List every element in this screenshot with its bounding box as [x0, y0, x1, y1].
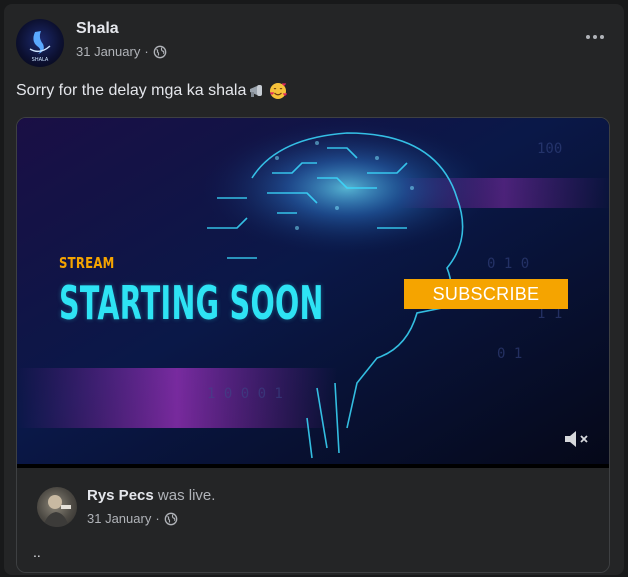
attachment-date[interactable]: 31 January: [87, 511, 151, 526]
video-player[interactable]: 100 0 1 0 1 1 1 0 0 0 1 0 1 STREAM START…: [17, 118, 609, 468]
smiling-face-with-hearts-emoji: [270, 83, 288, 99]
post-caption: Sorry for the delay mga ka shala: [16, 81, 288, 101]
page-avatar[interactable]: SHALA: [16, 19, 64, 67]
megaphone-emoji: [250, 85, 263, 97]
page-name[interactable]: Shala: [76, 20, 119, 38]
speaker-muted-icon[interactable]: [563, 428, 591, 450]
caption-text: Sorry for the delay mga ka shala: [16, 82, 247, 99]
svg-text:0 1: 0 1: [497, 346, 522, 362]
user-name[interactable]: Rys Pecs: [87, 487, 154, 504]
globe-icon: [164, 512, 178, 525]
live-attachment: Rys Pecs was live. 31 January · ..: [17, 468, 609, 572]
more-options-button[interactable]: [582, 28, 608, 46]
meta-separator: ·: [155, 511, 160, 526]
more-options-icon: [586, 35, 590, 39]
user-avatar[interactable]: [37, 487, 77, 527]
feed-post: SHALA Shala 31 January · Sorry for the d…: [4, 4, 624, 575]
stream-label: STREAM: [59, 254, 115, 272]
meta-separator: ·: [144, 44, 149, 59]
post-date[interactable]: 31 January: [76, 44, 140, 59]
svg-text:SHALA: SHALA: [32, 57, 49, 63]
svg-text:1 0 0 0 1: 1 0 0 0 1: [207, 386, 283, 402]
attachment-meta: 31 January ·: [87, 511, 178, 526]
starting-soon-headline: STARTING SOON: [59, 276, 324, 330]
shala-logo: SHALA: [29, 31, 51, 63]
attachment-body: ..: [33, 544, 41, 560]
live-status-line: Rys Pecs was live.: [87, 487, 215, 504]
svg-text:100: 100: [537, 141, 562, 157]
live-status: was live.: [157, 487, 216, 504]
user-photo: [43, 495, 71, 527]
post-meta: 31 January ·: [76, 44, 167, 59]
shared-live-post[interactable]: 100 0 1 0 1 1 1 0 0 0 1 0 1 STREAM START…: [16, 117, 610, 573]
globe-icon: [153, 45, 167, 58]
post-header: SHALA Shala 31 January ·: [16, 16, 612, 68]
svg-text:0 1 0: 0 1 0: [487, 256, 529, 272]
subscribe-banner: SUBSCRIBE: [404, 279, 568, 309]
